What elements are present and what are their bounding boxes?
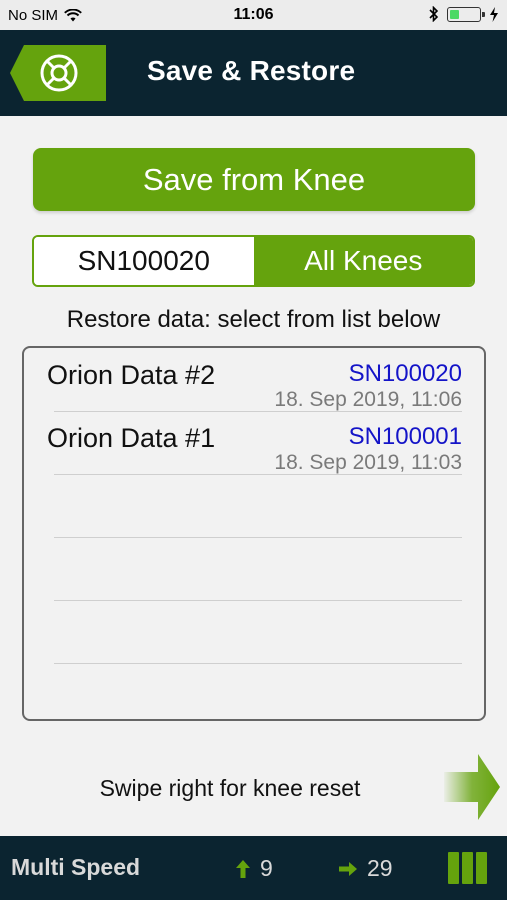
mode-label: Multi Speed — [11, 854, 141, 880]
back-button[interactable] — [10, 45, 106, 101]
battery-level-icon — [448, 852, 487, 884]
swipe-right-arrow-icon[interactable] — [444, 754, 500, 820]
footer-bar: Multi Speed 9 29 — [0, 836, 507, 900]
up-value: 9 — [260, 855, 273, 881]
empty-list-row — [54, 537, 462, 601]
segment-all-knees-option[interactable]: All Knees — [253, 237, 473, 285]
right-value: 29 — [367, 855, 393, 881]
save-from-knee-button[interactable]: Save from Knee — [33, 148, 475, 211]
list-item[interactable]: Orion Data #1 SN100001 18. Sep 2019, 11:… — [47, 411, 462, 475]
empty-list-row — [54, 474, 462, 538]
status-bar: No SIM 11:06 — [0, 0, 507, 30]
knee-filter-segment: SN100020 All Knees — [32, 235, 475, 287]
swipe-hint: Swipe right for knee reset — [99, 775, 361, 801]
backup-name: Orion Data #1 — [47, 423, 216, 453]
page-title: Save & Restore — [147, 55, 356, 86]
restore-instruction: Restore data: select from list below — [66, 306, 441, 333]
backup-serial: SN100001 — [348, 423, 462, 450]
bluetooth-icon — [429, 6, 439, 22]
arrow-right-icon — [339, 861, 357, 876]
backup-date: 18. Sep 2019, 11:06 — [274, 388, 462, 411]
segment-serial-option[interactable]: SN100020 — [34, 237, 254, 285]
list-item[interactable]: Orion Data #2 SN100020 18. Sep 2019, 11:… — [47, 348, 462, 412]
nav-bar: Save & Restore — [0, 30, 507, 116]
battery-icon — [447, 6, 485, 22]
charging-icon — [490, 6, 498, 22]
empty-list-row — [54, 600, 462, 664]
up-counter: 9 — [236, 855, 273, 882]
backup-date: 18. Sep 2019, 11:03 — [274, 451, 462, 474]
backup-list[interactable]: Orion Data #2 SN100020 18. Sep 2019, 11:… — [22, 346, 486, 721]
backup-name: Orion Data #2 — [47, 360, 216, 390]
status-right — [429, 6, 499, 22]
right-counter: 29 — [339, 855, 393, 882]
arrow-up-icon — [236, 859, 250, 878]
backup-serial: SN100020 — [348, 360, 462, 387]
